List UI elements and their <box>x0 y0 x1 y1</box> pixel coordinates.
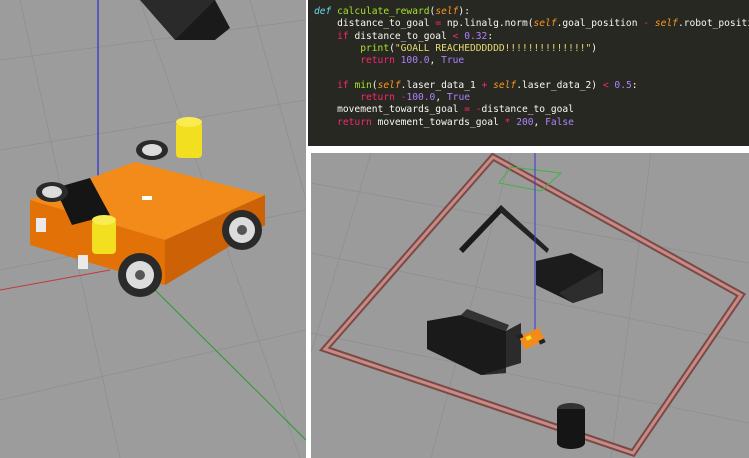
reward-function-code: def calculate_reward(self): distance_to_… <box>314 6 749 129</box>
code-token: : <box>631 79 638 91</box>
code-line: def calculate_reward(self): <box>314 6 749 18</box>
code-token: 200 <box>516 116 534 128</box>
code-token: distance_to_goal <box>348 30 453 42</box>
robot-3d-view[interactable] <box>0 0 306 458</box>
wheel-front-right <box>222 210 262 250</box>
code-line: print("GOALL REACHEDDDDDD!!!!!!!!!!!!!!"… <box>314 43 749 55</box>
code-token: , <box>435 92 447 104</box>
laser-sensor-rear <box>176 117 202 158</box>
code-token: self <box>377 79 401 91</box>
code-token: , <box>429 55 442 67</box>
code-line: if min(self.laser_data_1 + self.laser_da… <box>314 80 749 92</box>
code-token: "GOALL REACHEDDDDDD!!!!!!!!!!!!!!" <box>394 42 592 54</box>
wheel-rear-right <box>136 140 168 160</box>
code-token: 100.0 <box>400 55 430 67</box>
code-line: return movement_towards_goal * 200, Fals… <box>314 117 749 129</box>
code-token: self <box>493 79 517 91</box>
code-token: print <box>360 42 390 54</box>
code-line: movement_towards_goal = -distance_to_goa… <box>314 104 749 116</box>
code-token: return <box>360 55 395 67</box>
code-token: self <box>435 6 459 17</box>
code-token: if <box>337 79 349 91</box>
code-token: distance_to_goal <box>481 104 574 116</box>
code-token: movement_towards_goal <box>371 116 505 128</box>
status-led <box>142 196 152 200</box>
code-token: return <box>360 92 395 104</box>
code-token: 0.5 <box>614 79 632 91</box>
code-editor[interactable]: def calculate_reward(self): distance_to_… <box>308 0 749 146</box>
code-token: self <box>654 18 678 30</box>
wheel-front-left <box>118 253 162 297</box>
code-line: if distance_to_goal < 0.32: <box>314 31 749 43</box>
code-token: self <box>533 18 557 30</box>
x-axis <box>0 269 111 291</box>
code-token: distance_to_goal <box>337 18 436 30</box>
code-line: return 100.0, True <box>314 55 749 67</box>
code-token: if <box>337 30 349 42</box>
code-token: return <box>337 116 372 128</box>
robot[interactable] <box>30 117 265 297</box>
code-token: 0.32 <box>464 30 488 42</box>
code-token: np.linalg.norm( <box>441 18 534 30</box>
code-line: distance_to_goal = np.linalg.norm(self.g… <box>314 18 749 30</box>
bumper-sensor-right <box>78 255 88 269</box>
code-token: True <box>446 92 470 104</box>
code-token: movement_towards_goal <box>337 104 465 116</box>
code-token: ): <box>458 6 470 17</box>
y-axis <box>149 284 306 441</box>
arena-scene <box>311 153 749 458</box>
code-token: False <box>545 116 574 128</box>
code-token: , <box>533 116 546 128</box>
bumper-sensor-left <box>36 218 46 232</box>
arena-grid <box>311 153 749 458</box>
arena-3d-view[interactable] <box>311 153 749 458</box>
code-token: .laser_data_2) <box>516 79 603 91</box>
code-token: True <box>441 55 465 67</box>
laser-sensor-front <box>92 215 116 254</box>
code-token: : <box>487 30 494 42</box>
code-token: 100.0 <box>406 92 436 104</box>
wheel-rear-left <box>36 182 68 202</box>
code-line: return -100.0, True <box>314 92 749 104</box>
code-token: ) <box>591 42 598 54</box>
code-token: def <box>314 6 332 17</box>
robot-scene <box>0 0 306 458</box>
code-token: calculate_reward <box>337 6 430 17</box>
code-token: .goal_position <box>556 18 644 30</box>
code-token: .robot_position <box>677 18 749 30</box>
code-token: .laser_data_1 <box>400 79 482 91</box>
code-token: min <box>354 79 372 91</box>
